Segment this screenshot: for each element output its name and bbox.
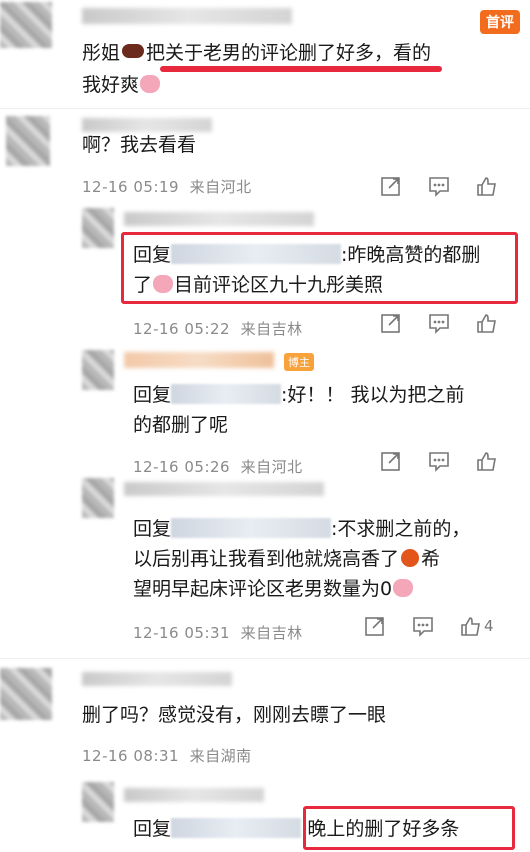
- divider: [0, 658, 530, 659]
- like-icon[interactable]: [476, 312, 498, 334]
- divider: [0, 108, 530, 109]
- avatar[interactable]: [0, 668, 52, 720]
- comment-text: 啊？我去看看: [82, 134, 197, 156]
- reply-icon[interactable]: [428, 450, 450, 472]
- comment-time: 12-16 05:22: [133, 320, 231, 338]
- comment-text: 彤姐 把关于老男的评论删了好多，看的: [82, 38, 431, 68]
- username[interactable]: [82, 672, 232, 686]
- share-icon[interactable]: [380, 450, 402, 472]
- reply-text-line2: 的都删了呢: [133, 414, 229, 436]
- like-count: 4: [484, 617, 494, 635]
- comment-location: 来自湖南: [189, 747, 252, 765]
- comment-location: 来自河北: [240, 458, 303, 476]
- reply-prefix: 回复: [133, 518, 172, 540]
- avatar[interactable]: [82, 782, 114, 822]
- highlight-box: [121, 232, 518, 304]
- action-bar: [380, 175, 498, 197]
- comment-time: 12-16 05:19: [82, 178, 180, 196]
- reply-icon[interactable]: [428, 312, 450, 334]
- action-bar: [380, 312, 498, 334]
- username[interactable]: [82, 8, 292, 24]
- reply-icon[interactable]: [412, 615, 434, 637]
- mentioned-user[interactable]: [171, 818, 302, 838]
- comment-meta: 12-16 05:31 来自吉林: [133, 622, 303, 643]
- like-icon[interactable]: [476, 450, 498, 472]
- comment-text-a: 彤姐: [82, 42, 121, 64]
- comment-meta: 12-16 08:31 来自湖南: [82, 745, 252, 766]
- highlight-underline: [160, 66, 442, 72]
- reply-text-a: :好！！ 我以为把之前: [281, 384, 465, 406]
- action-bar: [380, 450, 498, 472]
- comment-time: 12-16 05:31: [133, 624, 231, 642]
- reply-icon[interactable]: [428, 175, 450, 197]
- comment-time: 12-16 05:26: [133, 458, 231, 476]
- comment-meta: 12-16 05:19 来自河北: [82, 176, 252, 197]
- comment-text-c: 我好爽: [82, 74, 140, 96]
- username[interactable]: [124, 212, 314, 226]
- share-icon[interactable]: [364, 615, 386, 637]
- reply-text-d: 望明早起床评论区老男数量为0: [133, 578, 393, 600]
- owner-badge: 博主: [284, 353, 314, 371]
- username[interactable]: [124, 482, 324, 496]
- username[interactable]: [124, 352, 274, 368]
- comment-text-c-line: 我好爽: [82, 70, 161, 100]
- action-bar: 4: [364, 615, 494, 637]
- pig-emoji-icon: [393, 579, 414, 597]
- comment-location: 来自吉林: [240, 320, 303, 338]
- reply-text: 回复 :好！！ 我以为把之前: [133, 380, 464, 410]
- comment-location: 来自吉林: [240, 624, 303, 642]
- mentioned-user[interactable]: [171, 384, 282, 404]
- angry-emoji-icon: [401, 549, 420, 567]
- avatar[interactable]: [82, 478, 114, 518]
- reply-text-line3: 望明早起床评论区老男数量为0: [133, 574, 414, 604]
- share-icon[interactable]: [380, 175, 402, 197]
- comment-meta: 12-16 05:22 来自吉林: [133, 318, 303, 339]
- reply-text: 回复 :不求删之前的，: [133, 514, 470, 544]
- reply-text-line2: 以后别再让我看到他就烧高香了希: [133, 544, 440, 574]
- mentioned-user[interactable]: [171, 518, 332, 538]
- reply-text-a: :不求删之前的，: [331, 518, 471, 540]
- reply-prefix: 回复: [133, 818, 172, 840]
- avatar[interactable]: [6, 116, 50, 166]
- comment-text-b: 把关于老男的评论删了好多，看的: [146, 42, 432, 64]
- avatar[interactable]: [0, 2, 52, 48]
- comment-meta: 12-16 05:26 来自河北: [133, 456, 303, 477]
- username[interactable]: [124, 788, 264, 802]
- reply-text-b: 以后别再让我看到他就烧高香了: [133, 548, 400, 570]
- highlight-box: [303, 806, 515, 850]
- like-icon[interactable]: 4: [460, 615, 494, 637]
- comment-location: 来自河北: [189, 178, 252, 196]
- reply-prefix: 回复: [133, 384, 172, 406]
- comment-time: 12-16 08:31: [82, 747, 180, 765]
- like-icon[interactable]: [476, 175, 498, 197]
- brand-badge: 首评: [480, 10, 520, 34]
- comment-text: 删了吗？感觉没有，刚刚去瞟了一眼: [82, 704, 387, 726]
- avatar[interactable]: [82, 208, 114, 248]
- reply-text-c: 希: [421, 548, 441, 570]
- share-icon[interactable]: [380, 312, 402, 334]
- bean-emoji-icon: [122, 44, 145, 58]
- avatar[interactable]: [82, 350, 114, 390]
- pig-emoji-icon: [140, 75, 161, 93]
